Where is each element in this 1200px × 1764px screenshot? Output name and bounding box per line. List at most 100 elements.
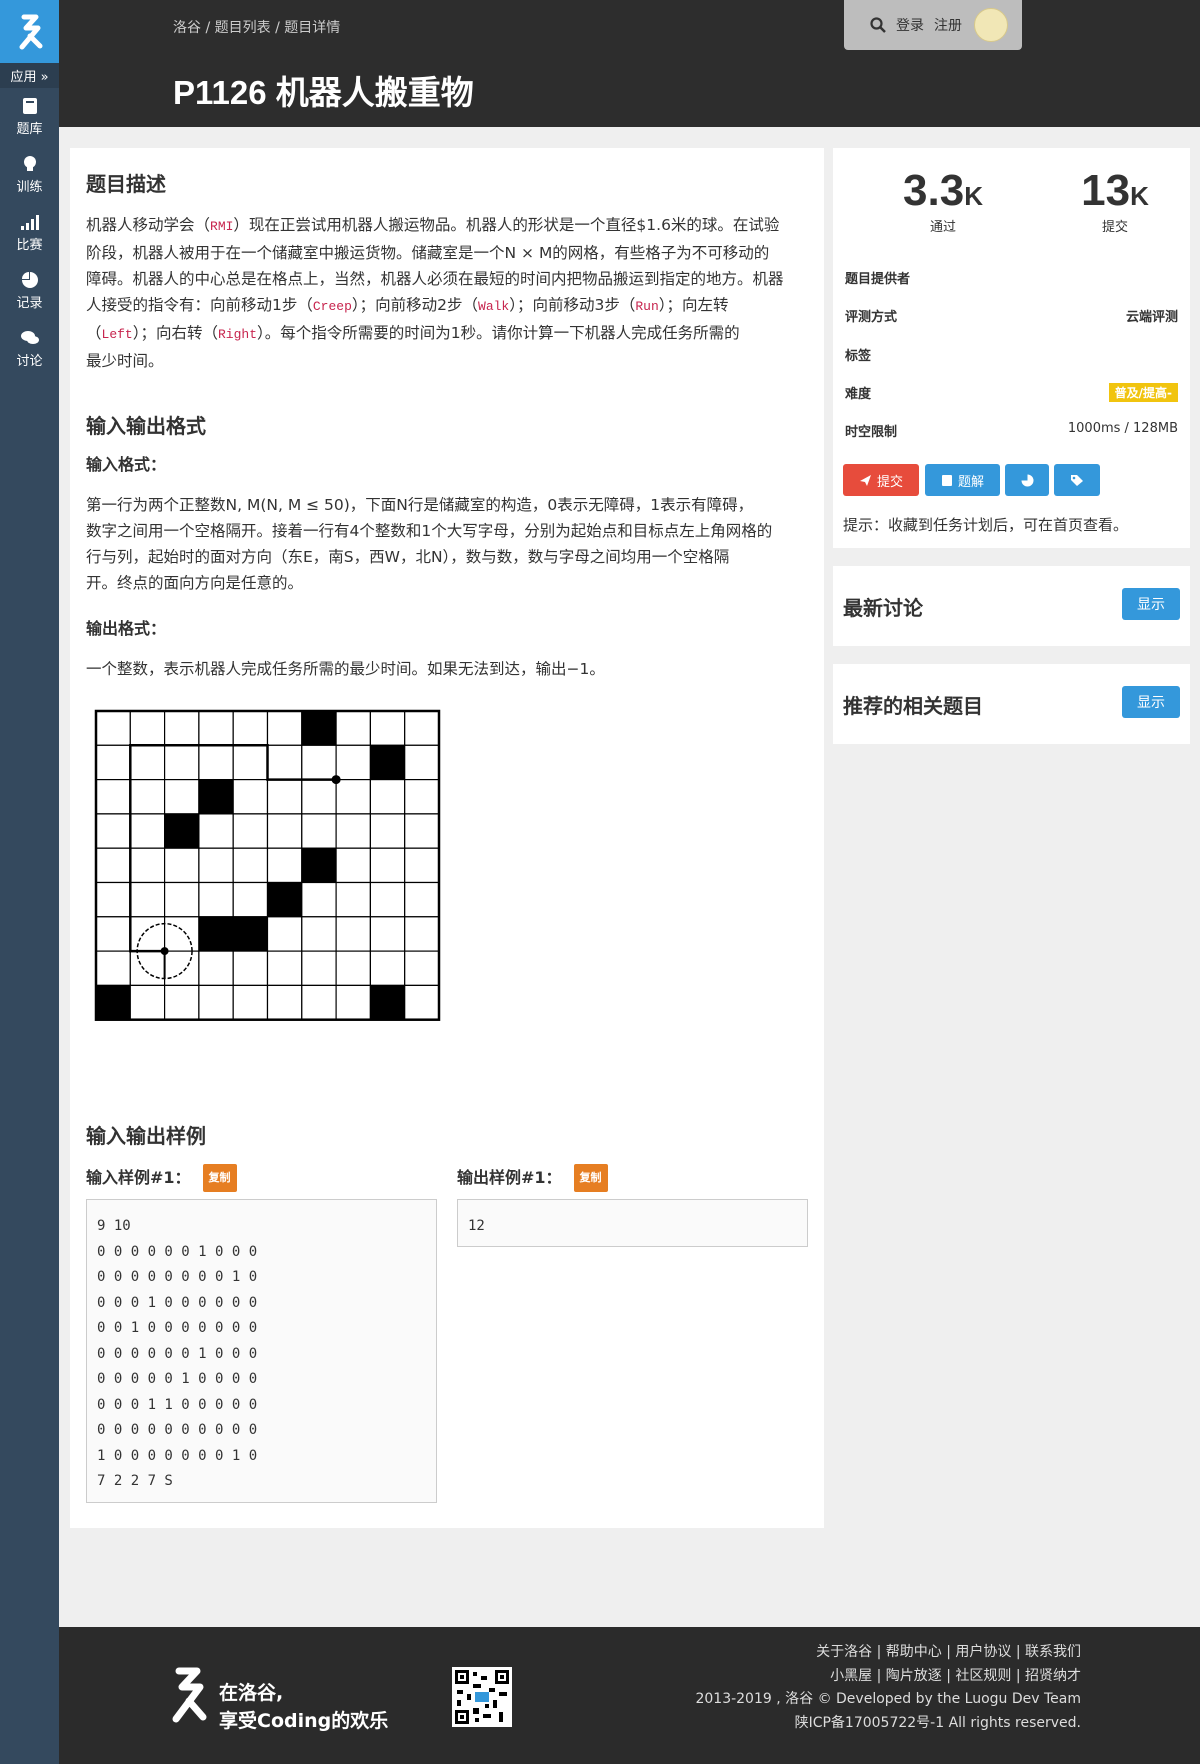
output-format-label: 输出格式： [86,619,167,638]
solution-button[interactable]: 题解 [925,464,1000,496]
comments-icon [20,331,39,344]
grid-cell [335,950,372,987]
sample-input-box[interactable]: 9 10 0 0 0 0 0 0 1 0 0 0 0 0 0 0 0 0 0 0… [86,1199,437,1503]
description-heading: 题目描述 [86,172,166,196]
sample-output-box[interactable]: 12 [457,1199,808,1247]
grid-cell [335,744,372,781]
submit-button[interactable]: 提交 [843,464,919,496]
sidebar-item-discuss[interactable]: 讨论 [0,320,59,378]
grid-cell [266,744,303,781]
grid-cell [163,916,200,952]
copy-input-button[interactable]: 复制 [202,1164,237,1192]
grid-cell [198,744,234,781]
luogu-logo-icon [172,1667,207,1723]
grid-cell [95,916,131,952]
sidebar-item-problems[interactable]: 题库 [0,88,59,146]
discussion-title: 最新讨论 [843,596,923,620]
apps-menu-button[interactable]: 应用 » [0,63,59,88]
sidebar-item-label: 训练 [16,180,43,195]
grid-cell [129,950,166,987]
grid-cell [301,984,337,1021]
grid-cell [335,916,372,952]
obstacle-cell [198,916,234,952]
grid-cell [369,847,406,884]
grid-cell [198,984,234,1021]
breadcrumb[interactable]: 洛谷 / 题目列表 / 题目详情 [173,17,340,37]
grid-cell [335,710,372,746]
grid-cell [301,881,337,918]
grid-cell [95,813,131,849]
copy-output-button[interactable]: 复制 [573,1164,608,1192]
input-format-label: 输入格式： [86,455,167,474]
statistics-button[interactable] [1005,464,1049,496]
grid-cell [404,778,440,815]
lightbulb-icon [23,156,36,171]
grid-cell [369,916,406,952]
sidebar-item-contests[interactable]: 比赛 [0,204,59,262]
related-card: 推荐的相关题目 显示 [833,664,1190,744]
grid-cell [163,984,200,1021]
problem-content: 题目描述 机器人移动学会（RMI）现在正尝试用机器人搬运物品。机器人的形状是一个… [70,148,824,1528]
obstacle-cell [95,984,131,1021]
tags-button[interactable] [1054,464,1100,496]
input-format-text: 第一行为两个正整数N, M(N, M ≤ 50)，下面N行是储藏室的构造，0表示… [86,496,773,592]
grid-cell [369,881,406,918]
grid-cell [129,881,166,918]
pie-chart-icon [1021,474,1033,486]
related-title: 推荐的相关题目 [843,694,983,718]
grid-cell [198,813,234,849]
grid-cell [163,778,200,815]
grid-cell [129,744,166,781]
sidebar-item-training[interactable]: 训练 [0,146,59,204]
user-panel: 登录 注册 [844,0,1022,50]
login-link[interactable]: 登录 [896,15,924,35]
grid-cell [404,847,440,884]
problem-description: 机器人移动学会（RMI）现在正尝试用机器人搬运物品。机器人的形状是一个直径$1.… [86,216,784,370]
register-link[interactable]: 注册 [934,15,962,35]
grid-cell [266,916,303,952]
grid-cell [266,950,303,987]
luogu-logo[interactable] [0,0,59,63]
grid-cell [129,813,166,849]
grid-cell [95,847,131,884]
grid-cell [404,881,440,918]
sidebar-item-label: 记录 [16,296,43,311]
book-icon [941,474,952,486]
grid-cell [95,710,131,746]
show-related-button[interactable]: 显示 [1122,686,1180,718]
grid-cell [129,916,166,952]
footer-slogan: 在洛谷, 享受Coding的欢乐 [219,1682,389,1732]
grid-cell [369,710,406,746]
sidebar: 应用 » 题库 训练 比赛 记录 讨论 [0,0,59,1764]
obstacle-cell [369,744,406,781]
sidebar-item-records[interactable]: 记录 [0,262,59,320]
tags-row: 标签 [845,349,872,364]
search-icon[interactable] [870,17,886,33]
sample-input-label: 输入样例#1： 复制 [86,1164,386,1192]
sidebar-item-label: 比赛 [16,238,43,253]
avatar[interactable] [974,8,1008,42]
grid-cell [266,710,303,746]
grid-cell [266,813,303,849]
grid-cell [129,778,166,815]
grid-cell [335,778,372,815]
grid-cell [266,847,303,884]
grid-cell [335,984,372,1021]
grid-cell [198,847,234,884]
page-header: 洛谷 / 题目列表 / 题目详情 P1126 机器人搬重物 登录 注册 [59,0,1200,127]
qr-code-icon [455,1670,509,1724]
grid-cell [232,778,269,815]
judge-row: 评测方式 云端评测 [845,310,1178,325]
signal-bars-icon [20,215,39,230]
footer-links-row2[interactable]: 小黑屋 | 陶片放逐 | 社区规则 | 招贤纳才 [695,1665,1081,1689]
warehouse-grid-figure [86,701,500,1073]
footer-links-row1[interactable]: 关于洛谷 | 帮助中心 | 用户协议 | 联系我们 [695,1641,1081,1665]
grid-cell [404,950,440,987]
obstacle-cell [198,778,234,815]
grid-cell [266,778,303,815]
footer-icp[interactable]: 陕ICP备17005722号-1 All rights reserved. [695,1712,1081,1736]
obstacle-cell [266,881,303,918]
show-discussion-button[interactable]: 显示 [1122,588,1180,620]
grid-cell [198,881,234,918]
footer-copyright: 2013-2019 , 洛谷 © Developed by the Luogu … [695,1691,1081,1707]
